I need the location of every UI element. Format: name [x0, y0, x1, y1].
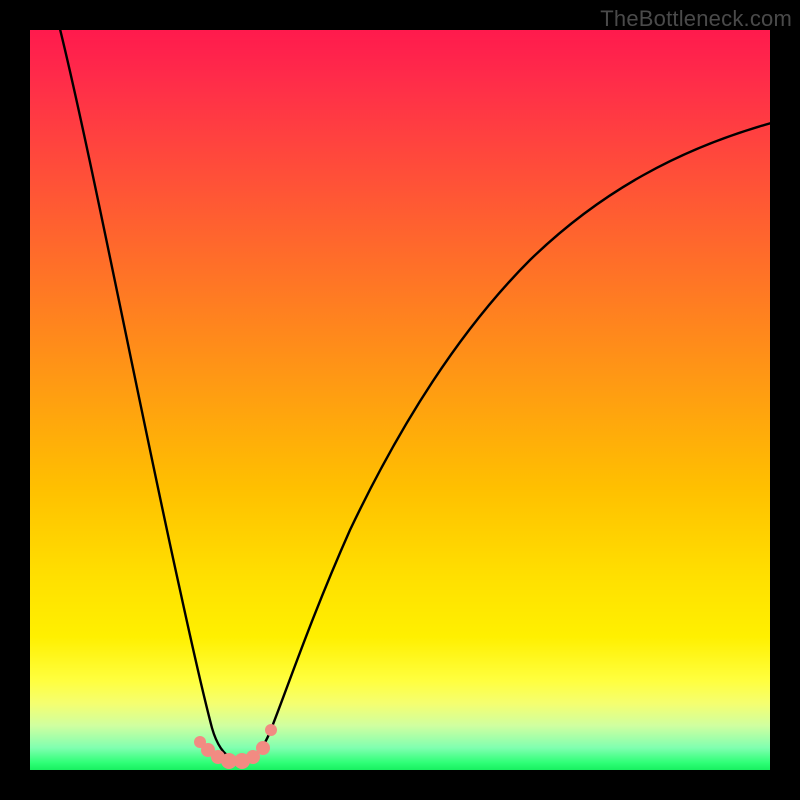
valley-dots	[194, 724, 277, 769]
watermark-text: TheBottleneck.com	[600, 6, 792, 32]
chart-frame: TheBottleneck.com	[0, 0, 800, 800]
dot	[256, 741, 270, 755]
curve-right-branch	[248, 122, 770, 759]
plot-area	[30, 30, 770, 770]
bottleneck-curve-svg	[30, 30, 770, 770]
curve-left-branch	[59, 30, 233, 759]
dot	[265, 724, 277, 736]
